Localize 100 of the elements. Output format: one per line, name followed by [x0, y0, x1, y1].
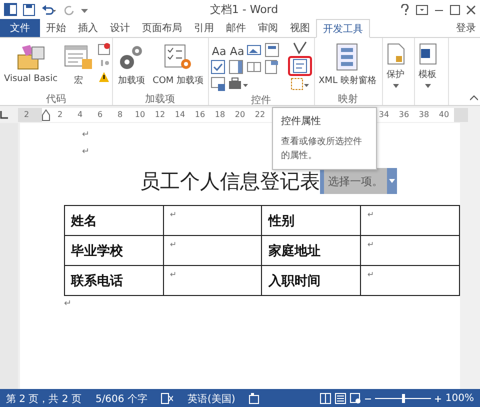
proofing-icon[interactable] [161, 393, 174, 404]
table-cell: 入职时间 [262, 266, 361, 296]
maximize-icon[interactable] [450, 4, 460, 14]
ruler-number: 2 [56, 110, 64, 119]
undo-icon[interactable] [41, 4, 57, 16]
ruler-number: 18 [214, 110, 226, 119]
collapse-ribbon-icon[interactable] [470, 95, 478, 101]
ruler-number: 6 [96, 110, 104, 119]
shapes-icon [16, 43, 46, 71]
macro-record-icon[interactable] [249, 393, 260, 404]
template-button[interactable]: 模板 [416, 41, 439, 92]
table-cell: 毕业学校 [64, 236, 164, 266]
ruler-number: 38 [418, 110, 430, 119]
group-label: 控件 [250, 94, 272, 106]
ribbon-tab[interactable]: 视图 [284, 19, 316, 37]
table-cell: 家庭地址 [262, 236, 361, 266]
read-mode-icon[interactable] [320, 393, 332, 404]
ruler-number: 14 [174, 110, 186, 119]
table-cell: ↵ [360, 206, 460, 236]
language[interactable]: 英语(美国) [187, 392, 236, 406]
web-layout-icon[interactable] [350, 393, 362, 404]
record-macro-icon[interactable] [98, 43, 110, 55]
add-ins-button[interactable]: 加载项 [114, 41, 149, 92]
table-cell: 姓名 [64, 206, 164, 236]
print-layout-icon[interactable] [335, 393, 346, 404]
date-picker-icon[interactable] [264, 60, 279, 74]
tooltip-text: 查看或修改所选控件的属性。 [281, 136, 363, 162]
ribbon-tab[interactable]: 开发工具 [316, 19, 370, 38]
repeating-section-icon[interactable] [210, 77, 225, 91]
properties-button[interactable] [288, 56, 312, 76]
protect-button[interactable]: 保护 [384, 41, 407, 92]
group-label: 加载项 [144, 92, 176, 105]
table-cell: 联系电话 [64, 266, 164, 296]
ruler-number: 16 [194, 110, 206, 119]
macros-button[interactable]: 宏 [62, 41, 96, 92]
help-icon[interactable] [400, 4, 410, 16]
table-cell: 性别 [262, 206, 361, 236]
zoom-slider-thumb[interactable] [402, 394, 405, 403]
page-count: 第 2 页，共 2 页 [6, 392, 82, 406]
ruler-number: 4 [76, 110, 84, 119]
ribbon-tab[interactable]: 插入 [72, 19, 104, 37]
combo-box-icon[interactable] [228, 60, 243, 74]
checklist-gear-icon [163, 43, 194, 71]
dropdown-arrow-icon[interactable] [389, 179, 395, 183]
checkbox-icon[interactable] [210, 60, 225, 74]
ruler-number: 12 [154, 110, 166, 119]
ruler-number: 36 [398, 110, 410, 119]
ruler-margin [454, 108, 468, 122]
ruler-number: 34 [378, 110, 390, 119]
design-mode-icon[interactable] [292, 41, 307, 55]
ribbon-tab[interactable]: 审阅 [252, 19, 284, 37]
ruler-number: 20 [234, 110, 246, 119]
file-tab[interactable]: 文件 [0, 19, 40, 37]
ruler-number: 8 [116, 110, 124, 119]
group-label: 代码 [44, 93, 67, 105]
ribbon-tab[interactable]: 设计 [104, 19, 136, 37]
toolbox-caret-icon[interactable] [228, 77, 249, 91]
building-block-icon[interactable] [264, 43, 279, 57]
table-cell: ↵ [163, 236, 262, 266]
zoom-level[interactable]: 100% [445, 393, 474, 404]
word-logo-icon[interactable] [4, 3, 17, 16]
combo-box-content-control[interactable]: 选择一项。 [324, 168, 387, 194]
xml-mapping-pane-button[interactable]: XML 映射窗格 [316, 41, 378, 92]
save-icon[interactable] [23, 4, 35, 16]
close-icon[interactable] [466, 4, 476, 14]
window-title: 文档1 - Word [208, 2, 280, 17]
ribbon-tab[interactable]: 引用 [188, 19, 220, 37]
visual-basic-button[interactable]: Visual Basic [2, 41, 60, 92]
paragraph-mark: ↵ [64, 298, 72, 311]
text-control-button[interactable]: Aa [228, 43, 246, 59]
ruler-number: 22 [254, 110, 266, 119]
zoom-out-icon[interactable] [365, 396, 372, 402]
tooltip-title: 控件属性 [281, 114, 322, 128]
word-count: 5/606 个字 [95, 392, 148, 406]
group-caret-icon[interactable] [290, 77, 310, 91]
word-document-icon [418, 43, 437, 65]
paragraph-mark: ↵ [82, 146, 90, 159]
ruler-number: 2 [24, 110, 30, 119]
table-cell: ↵ [360, 266, 460, 296]
ribbon-tab[interactable]: 页面布局 [136, 19, 188, 37]
zoom-in-icon[interactable] [435, 396, 442, 402]
ruler-number: 40 [438, 110, 450, 119]
text-control-button[interactable]: Aa [210, 43, 228, 59]
warning-icon[interactable] [98, 71, 110, 83]
document-lock-icon [386, 43, 405, 65]
ruler-number: 10 [134, 110, 146, 119]
document-title: 员工个人信息登记表 [140, 168, 320, 194]
properties-icon [292, 59, 307, 73]
picture-control-icon[interactable] [246, 43, 261, 57]
form-icon [64, 43, 94, 71]
ribbon-display-icon[interactable] [416, 4, 428, 14]
tab-stop-icon[interactable] [0, 110, 8, 118]
group-label: 映射 [337, 92, 360, 105]
sign-in-link[interactable]: 登录 [456, 21, 480, 35]
ribbon-tab[interactable]: 邮件 [220, 19, 252, 37]
ribbon-tab[interactable]: 开始 [40, 19, 72, 37]
caret-icon [392, 84, 399, 88]
drop-down-list-icon[interactable] [246, 60, 261, 74]
com-add-ins-button[interactable]: COM 加载项 [150, 41, 206, 92]
caret-icon [424, 84, 431, 88]
